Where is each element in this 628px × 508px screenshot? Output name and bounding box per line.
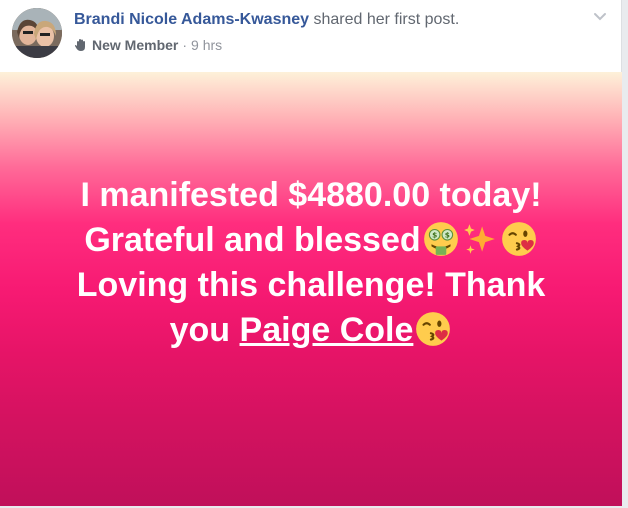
post-meta: New Member · 9 hrs <box>74 37 222 53</box>
new-member-wave-icon <box>74 39 85 51</box>
face-blowing-kiss-icon <box>416 312 451 346</box>
svg-text:$: $ <box>444 230 449 239</box>
post-header: Brandi Nicole Adams-Kwasney shared her f… <box>0 0 622 72</box>
chevron-down-icon[interactable] <box>592 8 608 24</box>
post-action-text: shared her first post. <box>309 11 460 28</box>
meta-separator: · <box>182 37 188 53</box>
money-mouth-face-icon: $ $ <box>423 222 458 256</box>
post-line-3: Loving this challenge! Thank <box>76 266 546 304</box>
post-line-2: Grateful and blessed <box>84 221 421 259</box>
post-line-1: I manifested $4880.00 today! <box>80 176 542 214</box>
post-card: Brandi Nicole Adams-Kwasney shared her f… <box>0 0 622 506</box>
post-body-text: I manifested $4880.00 today! Grateful an… <box>41 173 581 353</box>
new-member-badge: New Member <box>92 37 179 53</box>
face-blowing-kiss-icon <box>501 222 536 256</box>
sparkles-icon <box>463 224 495 254</box>
svg-text:$: $ <box>432 230 437 239</box>
post-line-4: you <box>169 311 240 349</box>
post-timestamp[interactable]: 9 hrs <box>191 37 222 53</box>
author-line: Brandi Nicole Adams-Kwasney shared her f… <box>74 11 459 29</box>
post-background: I manifested $4880.00 today! Grateful an… <box>0 72 622 506</box>
avatar[interactable] <box>12 8 62 58</box>
mention-link[interactable]: Paige Cole <box>240 311 414 349</box>
author-name-link[interactable]: Brandi Nicole Adams-Kwasney <box>74 11 309 28</box>
